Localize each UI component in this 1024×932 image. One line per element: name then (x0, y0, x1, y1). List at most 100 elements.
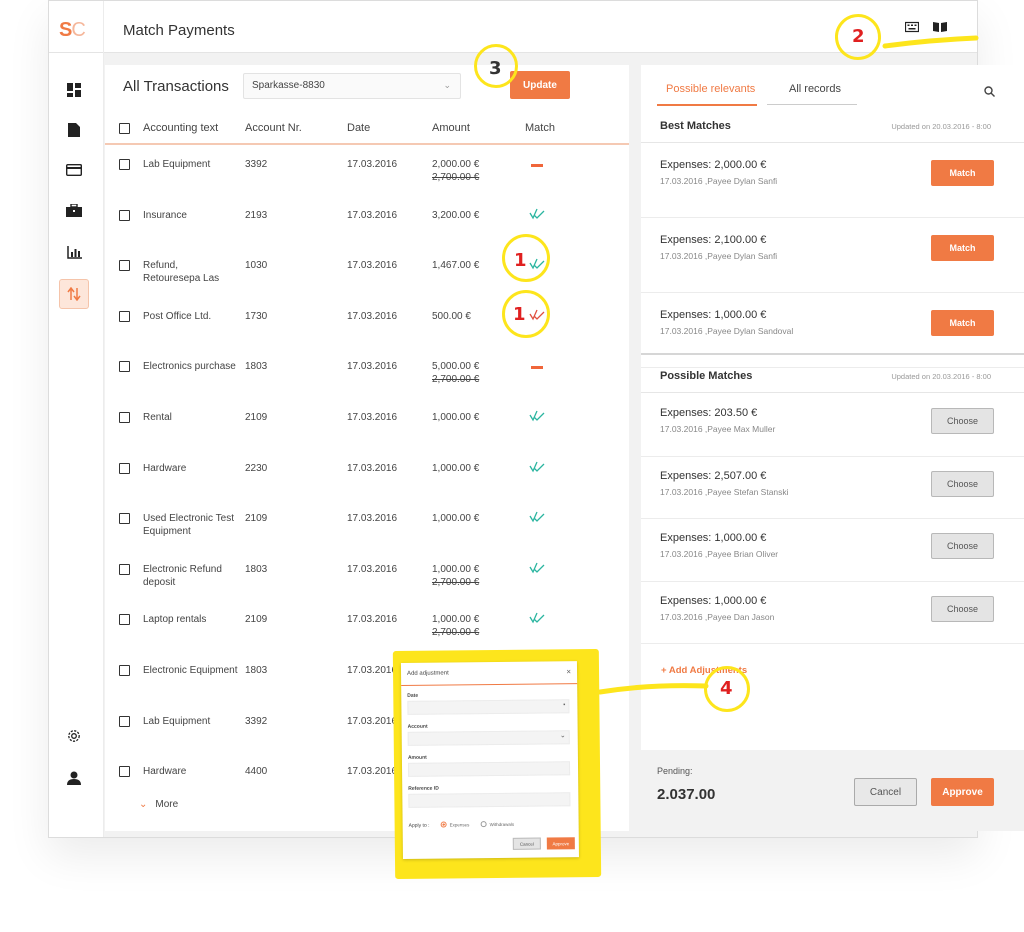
document-icon[interactable] (59, 115, 89, 145)
match-title: Expenses: 2,000.00 € (660, 159, 767, 171)
withdrawals-radio[interactable] (480, 821, 487, 828)
row-checkbox[interactable] (119, 412, 130, 423)
table-row[interactable]: Rental 2109 17.03.2016 1,000.00 € (105, 399, 629, 449)
row-accounting-text: Used Electronic Test (143, 513, 234, 525)
app-logo[interactable]: SC (59, 19, 86, 42)
more-link[interactable]: ⌄ More (139, 799, 178, 810)
match-button[interactable]: Match (931, 160, 994, 186)
match-subtitle: 17.03.2016 ,Payee Max Muller (660, 424, 776, 434)
row-account-nr: 3392 (245, 159, 268, 170)
date-field[interactable]: ▪ (407, 699, 570, 715)
search-icon[interactable] (984, 86, 995, 97)
row-checkbox[interactable] (119, 361, 130, 373)
bar-chart-icon[interactable] (59, 237, 89, 267)
account-select[interactable]: ⌄ (407, 730, 570, 746)
table-row[interactable]: Hardware 2230 17.03.2016 1,000.00 € (105, 450, 629, 500)
table-row[interactable]: Electronic Refund deposit 1803 17.03.2016 1,… (105, 551, 629, 601)
update-button[interactable]: Update (510, 71, 570, 99)
matched-check-icon[interactable] (529, 560, 545, 574)
account-select[interactable]: Sparkasse-8830 ⌄ (243, 73, 461, 99)
row-date: 17.03.2016 (347, 159, 398, 170)
row-checkbox[interactable] (119, 614, 130, 626)
tab-all-records[interactable]: All records (789, 83, 841, 95)
matched-check-icon[interactable] (529, 206, 545, 220)
amount-field[interactable] (407, 761, 571, 777)
table-row[interactable]: Electronics purchase 1803 17.03.2016 5,000.… (105, 348, 629, 398)
match-button[interactable]: Match (931, 310, 994, 336)
row-date: 17.03.2016 (347, 310, 398, 322)
book-icon[interactable] (933, 21, 947, 33)
row-date: 17.03.2016 (347, 209, 398, 221)
row-checkbox[interactable] (119, 766, 130, 778)
match-button[interactable]: Match (931, 235, 994, 261)
row-account-nr: 2230 (245, 462, 268, 474)
col-account-nr: Account Nr. (245, 122, 302, 134)
match-title: Expenses: 2,507.00 € (660, 469, 767, 482)
row-checkbox[interactable] (119, 310, 130, 322)
row-checkbox[interactable] (119, 513, 130, 525)
row-accounting-text: Rental (143, 412, 172, 423)
table-row[interactable]: Post Office Ltd. 1730 17.03.2016 500.00 € (105, 298, 629, 348)
matched-check-icon[interactable] (529, 610, 545, 624)
match-title: Expenses: 203.50 € (660, 407, 758, 419)
row-accounting-text: Hardware (143, 766, 187, 778)
matched-check-icon[interactable] (529, 509, 545, 523)
row-checkbox[interactable] (119, 209, 130, 221)
modal-cancel-button[interactable]: Cancel (512, 837, 541, 850)
row-checkbox[interactable] (119, 563, 130, 575)
keyboard-icon[interactable] (905, 21, 919, 33)
credit-card-icon[interactable] (59, 155, 89, 185)
table-row[interactable]: Laptop rentals 2109 17.03.2016 1,000.00 €2,… (105, 601, 629, 651)
briefcase-icon[interactable] (59, 195, 89, 225)
annotation-number: 2 (852, 26, 865, 47)
date-label: Date (407, 692, 419, 699)
row-account-nr: 1803 (245, 665, 268, 676)
row-checkbox[interactable] (119, 260, 130, 272)
approve-button[interactable]: Approve (931, 778, 994, 806)
possible-matches-header: Possible Matches Updated on 20.03.2016 -… (641, 361, 1024, 393)
table-row[interactable]: Lab Equipment 3392 17.03.2016 2,000.00 € 2,7… (105, 146, 629, 196)
choose-button[interactable]: Choose (931, 470, 994, 497)
close-icon[interactable]: × (566, 667, 571, 676)
row-checkbox[interactable] (119, 462, 130, 474)
expenses-radio[interactable] (440, 821, 447, 828)
row-account-nr: 2109 (245, 412, 268, 423)
transfer-icon[interactable] (59, 279, 89, 309)
matched-check-icon[interactable] (529, 459, 545, 473)
cancel-button[interactable]: Cancel (854, 778, 917, 806)
table-row[interactable]: Refund, Retouresepa Las 1030 17.03.2016 1,46… (105, 247, 629, 297)
choose-button[interactable]: Choose (931, 408, 994, 434)
modal-approve-button[interactable]: Approve (546, 837, 575, 850)
row-amount: 500.00 € (432, 310, 471, 322)
choose-button[interactable]: Choose (931, 595, 994, 622)
row-account-nr: 1803 (245, 563, 268, 575)
reference-field[interactable] (408, 792, 571, 808)
select-all-checkbox[interactable] (119, 123, 130, 134)
settings-icon[interactable] (59, 721, 89, 751)
row-checkbox[interactable] (119, 159, 130, 170)
row-account-nr: 2193 (245, 209, 268, 221)
row-account-nr: 1730 (245, 310, 268, 322)
row-accounting-text: Electronic Equipment (143, 665, 238, 676)
match-subtitle: 17.03.2016 ,Payee Dylan Sanfi (660, 176, 778, 186)
matched-check-icon[interactable] (529, 408, 545, 422)
row-accounting-text: Lab Equipment (143, 159, 211, 170)
row-amount: 5,000.00 € (432, 361, 480, 373)
best-match-row: Expenses: 2,000.00 € 17.03.2016 ,Payee Dy… (641, 143, 1024, 218)
row-checkbox[interactable] (119, 715, 130, 727)
tab-possible-relevants[interactable]: Possible relevants (666, 83, 755, 95)
row-account-nr: 1803 (245, 361, 268, 373)
table-row[interactable]: Used Electronic Test Equipment 2109 17.03.2… (105, 500, 629, 550)
annotation-number: 1 (513, 304, 526, 325)
choose-button[interactable]: Choose (931, 533, 994, 559)
best-match-row: Expenses: 1,000.00 € 17.03.2016 ,Payee Dy… (641, 293, 1024, 368)
table-row[interactable]: Insurance 2193 17.03.2016 3,200.00 € (105, 197, 629, 247)
user-icon[interactable] (59, 763, 89, 793)
row-accounting-text: Hardware (143, 462, 187, 474)
withdrawals-label: Withdrawals (489, 821, 515, 828)
dashboard-icon[interactable] (59, 75, 89, 105)
table-header: Accounting text Account Nr. Date Amount … (105, 113, 629, 145)
pending-label: Pending: (657, 766, 693, 776)
row-checkbox[interactable] (119, 665, 130, 676)
page-title: Match Payments (123, 22, 235, 39)
